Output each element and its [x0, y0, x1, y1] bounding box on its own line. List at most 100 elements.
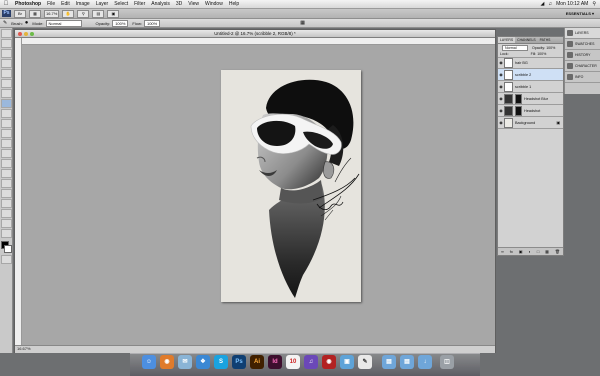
menu-view[interactable]: View — [185, 1, 202, 7]
menu-select[interactable]: Select — [111, 1, 131, 7]
clone-stamp-tool-icon[interactable] — [1, 109, 12, 118]
3d-rotate-tool-icon[interactable] — [1, 209, 12, 218]
skype-icon[interactable]: S — [214, 355, 228, 369]
clock[interactable]: Mon 10:12 AM — [556, 1, 588, 7]
preview-icon[interactable]: ▣ — [340, 355, 354, 369]
tab-channels[interactable]: CHANNELS — [515, 37, 537, 43]
folder-icon[interactable]: ▤ — [382, 355, 396, 369]
photobooth-icon[interactable]: ◉ — [322, 355, 336, 369]
quick-mask-icon[interactable] — [1, 255, 12, 264]
lasso-tool-icon[interactable] — [1, 49, 12, 58]
panel-character-button[interactable]: CHARACTER — [565, 61, 600, 72]
zoom-tool-icon[interactable] — [1, 229, 12, 238]
layer-row[interactable]: ◉ hair BG — [498, 57, 563, 69]
quick-select-tool-icon[interactable] — [1, 59, 12, 68]
menu-window[interactable]: Window — [202, 1, 226, 7]
downloads-icon[interactable]: ↓ — [418, 355, 432, 369]
tab-layers[interactable]: LAYERS — [498, 37, 516, 43]
firefox-icon[interactable]: ◉ — [160, 355, 174, 369]
new-layer-icon[interactable]: ▦ — [545, 249, 549, 254]
healing-brush-tool-icon[interactable] — [1, 89, 12, 98]
adjustment-layer-icon[interactable]: ◐ — [528, 249, 530, 254]
menu-file[interactable]: File — [44, 1, 58, 7]
marquee-tool-icon[interactable] — [1, 39, 12, 48]
horizontal-ruler[interactable] — [22, 38, 495, 45]
artboard-canvas[interactable] — [221, 70, 361, 302]
indesign-icon[interactable]: Id — [268, 355, 282, 369]
menu-layer[interactable]: Layer — [93, 1, 112, 7]
vertical-ruler[interactable] — [15, 38, 22, 345]
close-button[interactable] — [18, 31, 22, 36]
menu-help[interactable]: Help — [226, 1, 242, 7]
brush-preset-picker-icon[interactable]: ● — [25, 20, 29, 26]
blend-mode-select[interactable]: Normal — [502, 44, 528, 51]
layer-row[interactable]: ◉ Background ▣ — [498, 117, 563, 129]
menu-3d[interactable]: 3D — [173, 1, 185, 7]
hand-tool-icon[interactable] — [1, 219, 12, 228]
opacity-field[interactable]: 100% — [112, 19, 129, 27]
textedit-icon[interactable]: ✎ — [358, 355, 372, 369]
launch-bridge-button[interactable]: Br — [14, 9, 26, 18]
mode-select[interactable]: Normal — [45, 19, 82, 27]
trash-icon[interactable]: ◫ — [440, 355, 454, 369]
shape-tool-icon[interactable] — [1, 199, 12, 208]
fill-field[interactable]: 100% — [537, 52, 546, 56]
add-mask-icon[interactable]: ▣ — [519, 249, 523, 254]
panel-layers-button[interactable]: LAYERS — [565, 28, 600, 39]
workspace-switcher[interactable]: ESSENTIALS ▾ — [566, 11, 594, 16]
airbrush-icon[interactable]: ▦ — [300, 20, 305, 26]
layer-row[interactable]: ◉ Headshot Blur — [498, 93, 563, 105]
apple-menu-icon[interactable]:  — [0, 1, 12, 7]
flow-field[interactable]: 100% — [143, 19, 161, 27]
zoom-tool-button[interactable]: ⚲ — [77, 9, 90, 18]
screen-mode-button[interactable]: ▣ — [107, 9, 120, 18]
brush-tool-icon-active[interactable] — [1, 99, 12, 108]
minimize-button[interactable] — [24, 31, 28, 36]
move-tool-icon[interactable] — [1, 29, 12, 38]
safari-icon[interactable]: ❖ — [196, 355, 210, 369]
dodge-tool-icon[interactable] — [1, 159, 12, 168]
calendar-icon[interactable]: 10 — [286, 355, 300, 369]
zoom-level-dropdown[interactable]: 16.7% — [44, 9, 60, 18]
tab-paths[interactable]: PATHS — [538, 37, 553, 43]
type-tool-icon[interactable] — [1, 179, 12, 188]
link-layers-icon[interactable]: ∞ — [501, 249, 504, 254]
menu-filter[interactable]: Filter — [131, 1, 148, 7]
zoom-button[interactable] — [30, 31, 34, 36]
panel-swatches-button[interactable]: SWATCHES — [565, 39, 600, 50]
wifi-icon[interactable]: ◢ — [540, 1, 544, 7]
arrange-documents-button[interactable]: ▤ — [92, 9, 105, 18]
eraser-tool-icon[interactable] — [1, 129, 12, 138]
panel-history-button[interactable]: HISTORY — [565, 50, 600, 61]
volume-icon[interactable]: ♫ — [548, 1, 552, 7]
document-title-bar[interactable]: Untitled-2 @ 16.7% (scribble 2, RGB/8) * — [15, 30, 495, 38]
brush-tool-icon[interactable]: ✎ — [3, 20, 7, 26]
new-group-icon[interactable]: □ — [537, 249, 539, 254]
pen-tool-icon[interactable] — [1, 169, 12, 178]
eyedropper-tool-icon[interactable] — [1, 79, 12, 88]
folder-icon[interactable]: ▤ — [400, 355, 414, 369]
layer-style-icon[interactable]: fx — [510, 249, 513, 254]
history-brush-tool-icon[interactable] — [1, 119, 12, 128]
menu-app-name[interactable]: Photoshop — [12, 1, 44, 7]
layer-row[interactable]: ◉ scribble 1 — [498, 81, 563, 93]
layer-opacity-field[interactable]: 100% — [546, 46, 555, 50]
panel-info-button[interactable]: INFO — [565, 72, 600, 83]
mail-icon[interactable]: ✉ — [178, 355, 192, 369]
menu-analysis[interactable]: Analysis — [148, 1, 173, 7]
view-extras-button[interactable]: ▦ — [29, 9, 41, 18]
menu-image[interactable]: Image — [73, 1, 93, 7]
crop-tool-icon[interactable] — [1, 69, 12, 78]
photoshop-icon[interactable]: Ps — [232, 355, 246, 369]
gradient-tool-icon[interactable] — [1, 139, 12, 148]
hand-tool-button[interactable]: ✋ — [62, 9, 75, 18]
layer-row-selected[interactable]: ◉ scribble 2 — [498, 69, 563, 81]
itunes-icon[interactable]: ♫ — [304, 355, 318, 369]
delete-layer-icon[interactable]: 🗑 — [555, 249, 560, 254]
menu-edit[interactable]: Edit — [58, 1, 73, 7]
blur-tool-icon[interactable] — [1, 149, 12, 158]
layer-row[interactable]: ◉ Headshot — [498, 105, 563, 117]
illustrator-icon[interactable]: Ai — [250, 355, 264, 369]
finder-icon[interactable]: ☺ — [142, 355, 156, 369]
path-select-tool-icon[interactable] — [1, 189, 12, 198]
